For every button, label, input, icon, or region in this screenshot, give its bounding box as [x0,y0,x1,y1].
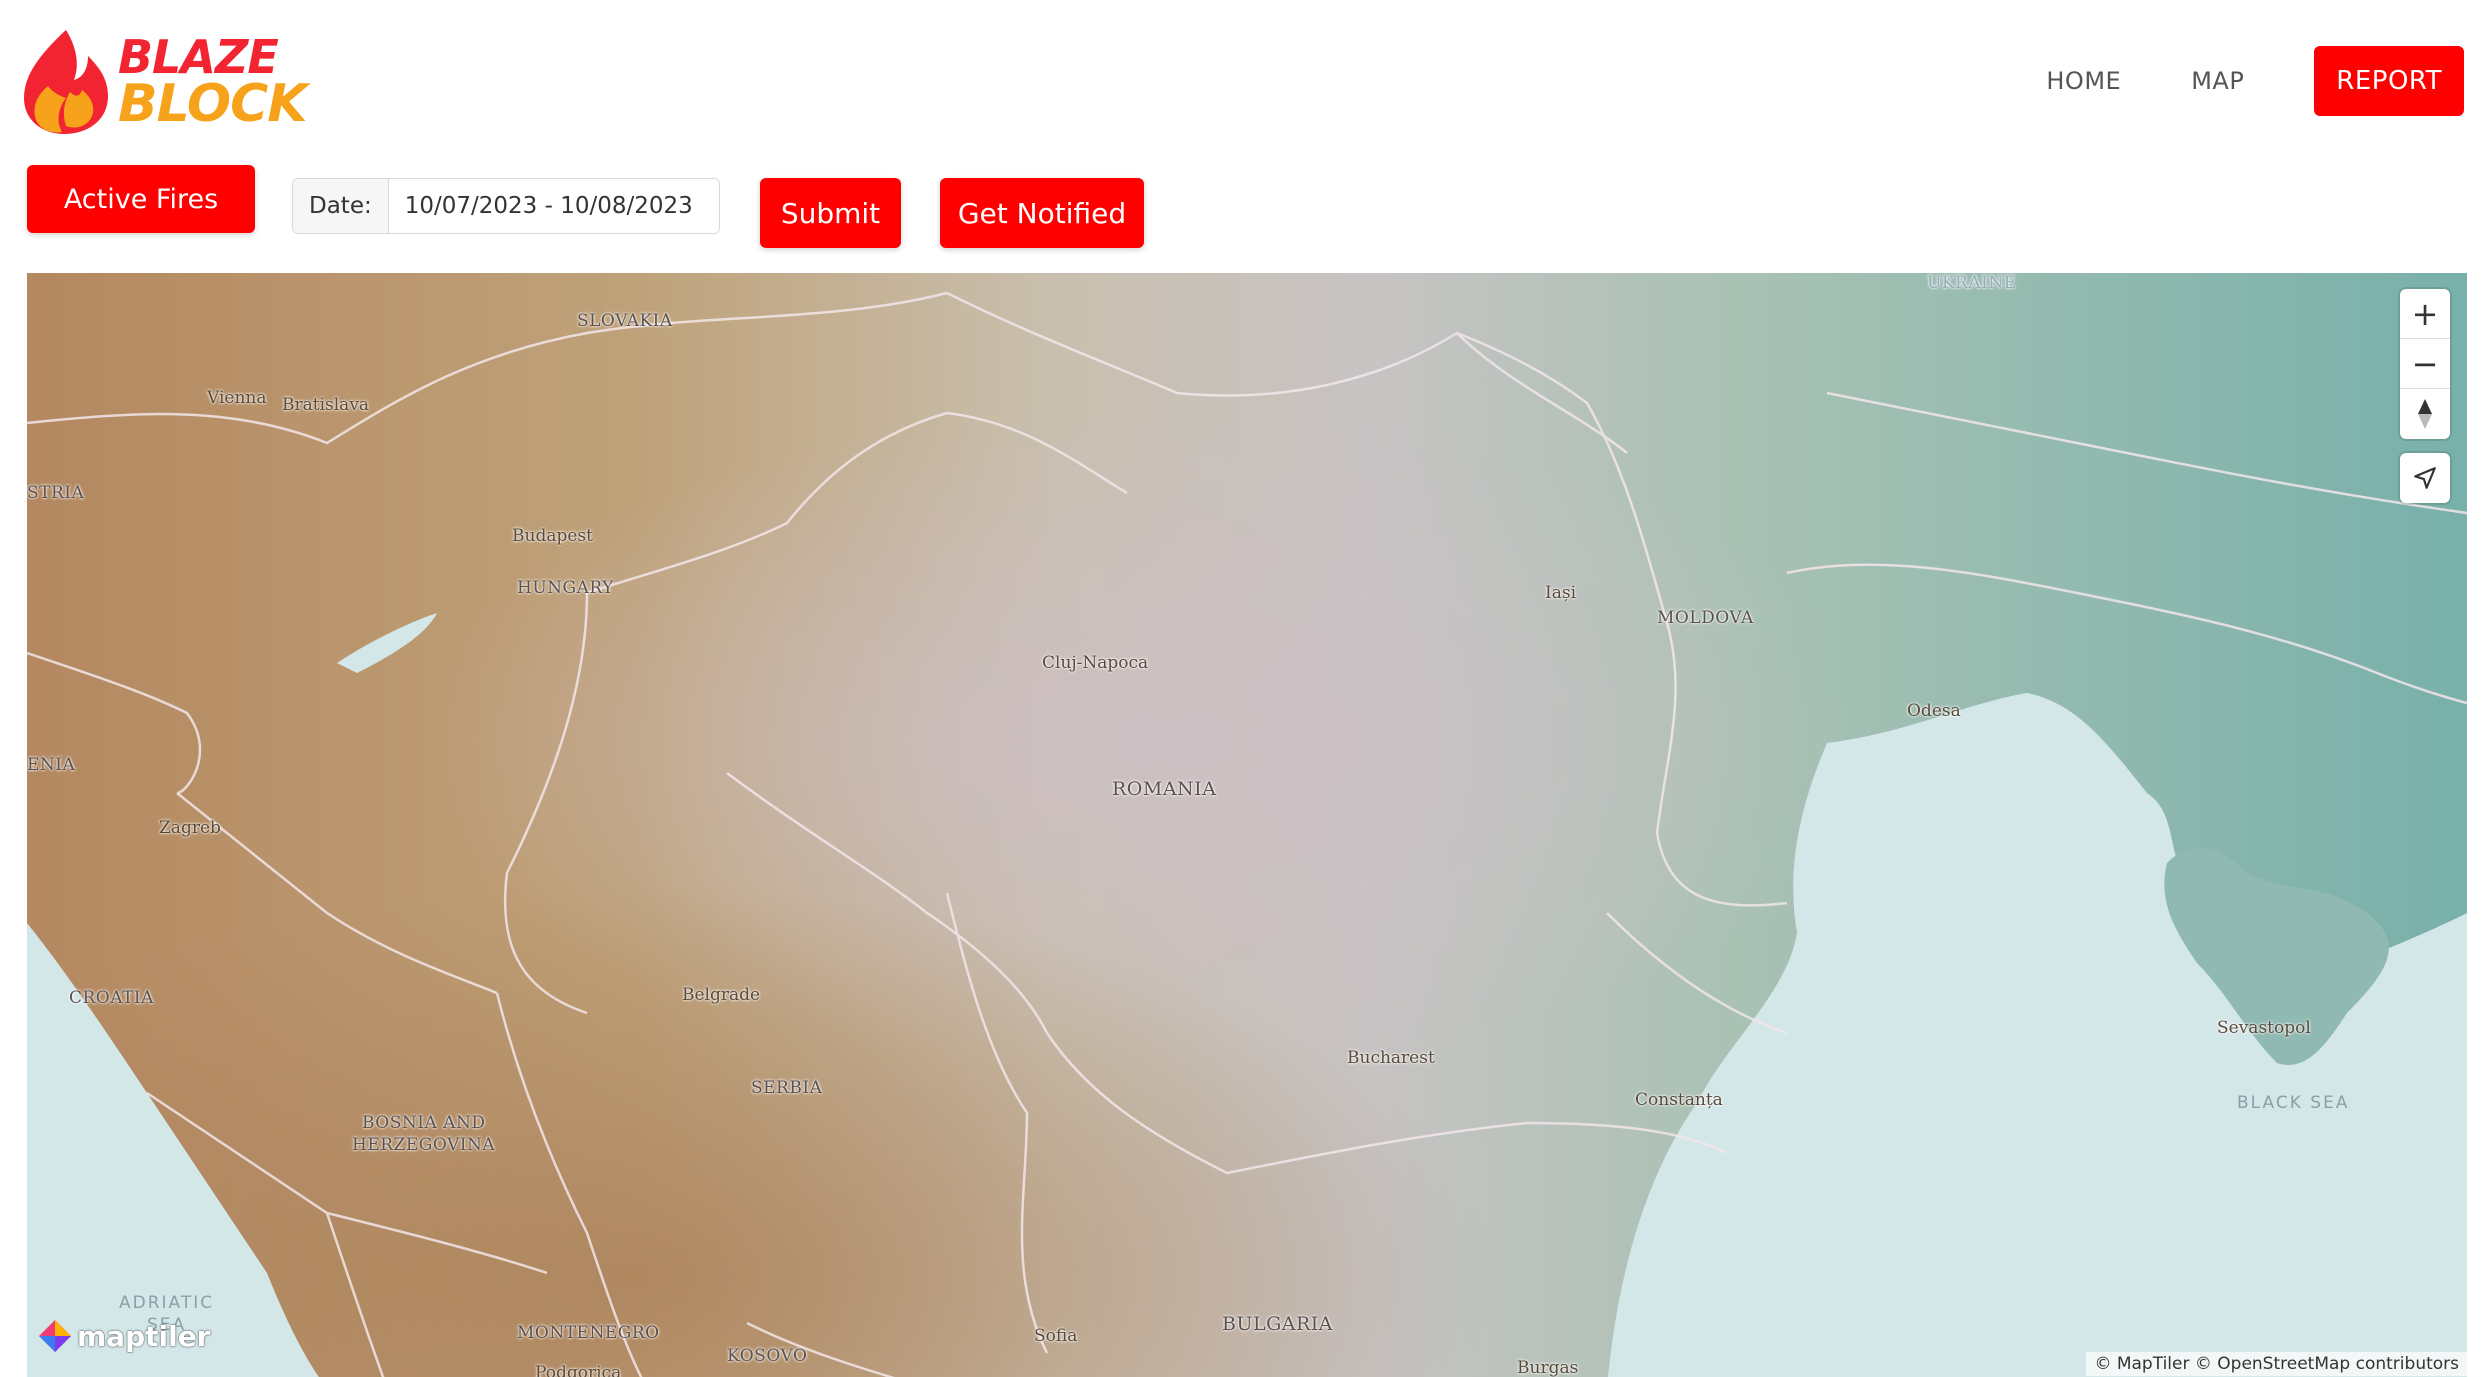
label-iasi: Iași [1545,583,1577,603]
label-sevastopol: Sevastopol [2217,1018,2311,1038]
label-kosovo: KOSOVO [727,1346,808,1366]
date-range-group: Date: [292,178,720,234]
label-budapest: Budapest [512,526,593,546]
date-range-input[interactable] [388,179,719,233]
zoom-in-button[interactable]: + [2400,289,2450,339]
label-bulgaria: BULGARIA [1222,1313,1334,1335]
zoom-control: + − [2400,289,2450,439]
maptiler-icon [39,1320,71,1352]
brand-wordmark: BLAZE BLOCK [118,34,308,134]
compass-icon [2418,399,2432,429]
active-fires-button[interactable]: Active Fires [27,165,255,233]
label-romania: ROMANIA [1112,778,1217,800]
nav-report-button[interactable]: REPORT [2314,46,2464,116]
label-podgorica: Podgorica [535,1363,622,1377]
label-montenegro: MONTENEGRO [517,1323,660,1343]
label-croatia: CROATIA [69,988,154,1008]
label-ukraine: UKRAINE [1927,273,2017,293]
location-arrow-icon [2414,467,2436,489]
date-label: Date: [293,179,389,233]
geolocate-button[interactable] [2400,453,2450,503]
maptiler-wordmark: maptiler [77,1319,211,1353]
label-adriatic-1: ADRIATIC [119,1293,215,1313]
get-notified-button[interactable]: Get Notified [940,178,1144,248]
label-vienna: Vienna [207,388,267,408]
label-constanta: Constanța [1635,1090,1723,1110]
label-bratislava: Bratislava [282,395,370,415]
label-hungary: HUNGARY [517,578,614,598]
brand-line2: BLOCK [118,73,308,134]
map-attribution[interactable]: © MapTiler © OpenStreetMap contributors [2086,1352,2467,1376]
map-terrain [27,273,2467,1377]
label-burgas: Burgas [1517,1358,1579,1377]
nav-home[interactable]: HOME [2046,67,2121,95]
brand-logo[interactable]: BLAZE BLOCK [18,26,308,136]
compass-button[interactable] [2400,389,2450,439]
submit-button[interactable]: Submit [760,178,901,248]
label-zagreb: Zagreb [159,818,221,838]
label-bucharest: Bucharest [1347,1048,1435,1068]
label-cluj: Cluj-Napoca [1042,653,1149,673]
zoom-out-button[interactable]: − [2400,339,2450,389]
label-austria: STRIA [27,483,85,503]
flame-icon [24,30,108,134]
nav-map[interactable]: MAP [2191,67,2244,95]
label-black-sea: BLACK SEA [2237,1093,2350,1113]
maptiler-logo[interactable]: maptiler [37,1318,211,1354]
label-bosnia-2: HERZEGOVINA [352,1135,496,1155]
fire-map[interactable]: SLOVAKIA UKRAINE Vienna Bratislava STRIA… [27,273,2467,1377]
label-bosnia-1: BOSNIA AND [362,1113,486,1133]
label-moldova: MOLDOVA [1657,608,1754,628]
label-slovenia: ENIA [27,755,76,775]
label-odesa: Odesa [1907,701,1961,721]
label-slovakia: SLOVAKIA [577,311,673,331]
main-nav: HOME MAP REPORT [2046,46,2464,116]
label-belgrade: Belgrade [682,985,761,1005]
label-serbia: SERBIA [751,1078,823,1098]
label-sofia: Sofia [1034,1326,1078,1346]
